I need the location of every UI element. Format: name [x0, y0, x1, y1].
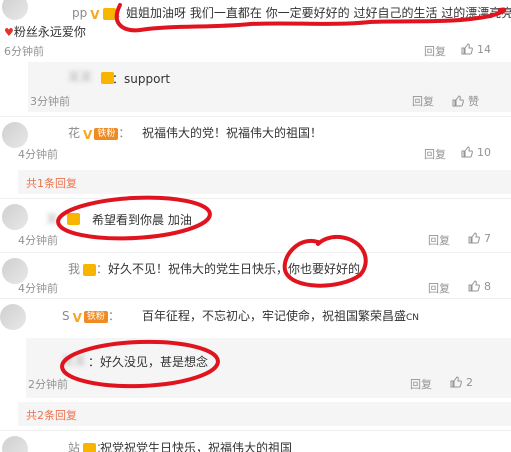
replier-name[interactable]: 某某 [68, 68, 92, 85]
replier-name[interactable]: 某某 [62, 352, 86, 369]
reply-button[interactable]: 回复 [428, 232, 450, 248]
fan-badge-icon [67, 213, 80, 225]
verified-v-icon: V [90, 7, 100, 22]
reply-box: 某某 ：好久没见，甚是想念 2分钟前 回复 2 [26, 338, 511, 398]
like-button[interactable]: 赞 [452, 93, 479, 109]
verified-v-icon: V [72, 310, 82, 325]
commenter-name[interactable]: S V 铁粉： [62, 307, 120, 325]
avatar[interactable] [2, 436, 28, 452]
timestamp: 4分钟前 [18, 234, 58, 247]
comment-text: 姐姐加油呀 我们一直都在 你一定要好好的 过好自己的生活 过的漂漂亮亮的 [126, 6, 511, 20]
comment-text: 希望看到你晨 加油 [92, 213, 192, 227]
thumbs-up-icon [468, 232, 480, 244]
avatar[interactable] [2, 122, 28, 148]
comment-text-line2: ♥粉丝永远爱你 [4, 25, 86, 39]
divider [0, 116, 511, 117]
commenter-name[interactable]: 某 [46, 210, 58, 227]
comment-text: 祝福伟大的党！祝福伟大的祖国！ [142, 126, 323, 140]
like-button[interactable]: 7 [468, 232, 491, 245]
thumbs-up-icon [452, 95, 464, 107]
like-button[interactable]: 8 [468, 280, 491, 293]
avatar[interactable] [2, 0, 28, 20]
like-button[interactable]: 10 [461, 146, 491, 159]
reply-button[interactable]: 回复 [424, 43, 446, 59]
more-replies-box: 共1条回复 [18, 170, 511, 194]
fan-badge-icon [102, 7, 116, 20]
commenter-name[interactable]: pp V： [72, 4, 128, 22]
divider [0, 252, 511, 253]
avatar[interactable] [2, 204, 28, 230]
fan-badge-icon [83, 442, 97, 452]
verified-v-icon: V [83, 127, 93, 142]
timestamp: 4分钟前 [18, 148, 58, 161]
reply-text: ：support [112, 72, 171, 86]
like-button[interactable]: 2 [450, 376, 473, 389]
fan-badge-icon [83, 263, 97, 276]
thumbs-up-icon [461, 146, 473, 158]
divider [0, 198, 511, 199]
avatar[interactable] [0, 304, 26, 330]
thumbs-up-icon [461, 43, 473, 55]
fan-badge-icon: 铁粉 [83, 310, 108, 323]
reply-button[interactable]: 回复 [428, 280, 450, 296]
heart-icon: ♥ [4, 26, 14, 39]
reply-button[interactable]: 回复 [410, 376, 432, 392]
timestamp: 4分钟前 [18, 282, 58, 295]
thumbs-up-icon [468, 280, 480, 292]
timestamp: 6分钟前 [4, 45, 44, 58]
timestamp: 3分钟前 [30, 95, 70, 108]
reply-box: 某某 ：support 3分钟前 回复 赞 [28, 62, 511, 112]
commenter-name[interactable]: 我： [68, 260, 108, 277]
reply-button[interactable]: 回复 [424, 146, 446, 162]
reply-button[interactable]: 回复 [412, 93, 434, 109]
divider [0, 298, 511, 299]
comment-text: 祝党祝党生日快乐，祝福伟大的祖国 [100, 441, 293, 452]
thumbs-up-icon [450, 376, 462, 388]
timestamp: 2分钟前 [28, 378, 68, 391]
divider [0, 430, 511, 431]
fan-badge-icon: 铁粉 [94, 127, 119, 140]
comment-text: 百年征程，不忘初心，牢记使命，祝祖国繁荣昌盛CN [142, 309, 420, 323]
more-replies-link[interactable]: 共2条回复 [26, 407, 77, 423]
more-replies-link[interactable]: 共1条回复 [26, 175, 77, 191]
commenter-name[interactable]: 花 V 铁粉： [68, 124, 130, 142]
comment-text: 好久不见！祝伟大的党生日快乐，你也要好好的 [108, 262, 361, 276]
reply-text: ：好久没见，甚是想念 [88, 355, 209, 369]
like-button[interactable]: 14 [461, 43, 491, 56]
more-replies-box: 共2条回复 [18, 402, 511, 426]
